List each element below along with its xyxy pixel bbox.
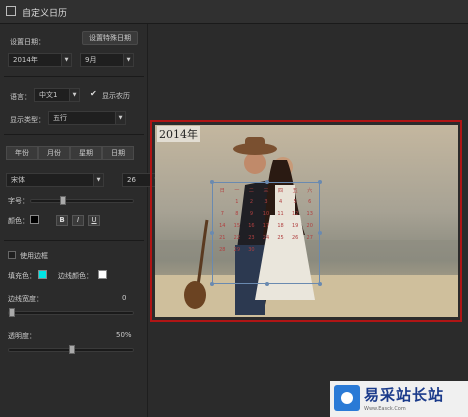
resize-handle[interactable] (265, 180, 269, 184)
size-slider[interactable] (30, 196, 134, 205)
font-size-value: 26 (127, 176, 136, 184)
divider (4, 240, 144, 241)
resize-handle[interactable] (265, 282, 269, 286)
border-width-slider[interactable] (8, 308, 134, 317)
language-label: 语言： (10, 93, 31, 101)
lunar-checkbox[interactable]: ✔ (90, 90, 98, 98)
fill-color-swatch[interactable] (38, 270, 47, 279)
size-label: 字号： (8, 197, 29, 205)
watermark-logo: 易采站长站 Www.Easck.Com (330, 381, 468, 417)
title-bar: 自定义日历 (0, 0, 468, 24)
border-width-label: 边线宽度： (8, 295, 43, 303)
year-value: 2014年 (13, 56, 38, 64)
size-slider-handle[interactable] (60, 196, 66, 205)
display-type-label: 显示类型： (10, 116, 45, 124)
border-color-swatch[interactable] (98, 270, 107, 279)
border-width-slider-handle[interactable] (9, 308, 15, 317)
resize-handle[interactable] (318, 282, 322, 286)
tab-year[interactable]: 年份 (6, 146, 38, 160)
display-type-select[interactable]: 五行 ▼ (48, 111, 126, 125)
opacity-slider[interactable] (8, 345, 134, 354)
set-date-label: 设置日期： (10, 38, 45, 46)
resize-handle[interactable] (210, 282, 214, 286)
chevron-down-icon: ▼ (61, 54, 71, 66)
language-value: 中文1 (39, 91, 58, 99)
watermark-brand: 易采站长站 (364, 386, 445, 404)
chevron-down-icon: ▼ (115, 112, 125, 124)
fill-color-label: 填充色： (8, 272, 36, 280)
border-color-label: 边线颜色： (58, 272, 93, 280)
calendar-year-label[interactable]: 2014年 (157, 126, 200, 142)
language-select[interactable]: 中文1 ▼ (34, 88, 80, 102)
use-border-label: 使用边框 (20, 252, 48, 260)
resize-handle[interactable] (210, 180, 214, 184)
bold-button[interactable]: B (56, 215, 68, 226)
chevron-down-icon: ▼ (93, 174, 103, 186)
watermark-sub: Www.Easck.Com (364, 406, 406, 412)
resize-handle[interactable] (210, 231, 214, 235)
text-target-tabs: 年份 月份 星期 日期 (6, 146, 134, 160)
border-width-value: 0 (122, 294, 127, 302)
logo-icon (334, 385, 360, 411)
tab-month[interactable]: 月份 (38, 146, 70, 160)
opacity-value: 50% (116, 331, 132, 339)
opacity-slider-handle[interactable] (69, 345, 75, 354)
display-type-value: 五行 (53, 114, 67, 122)
tab-date[interactable]: 日期 (102, 146, 134, 160)
font-select[interactable]: 宋体 ▼ (6, 173, 104, 187)
chevron-down-icon: ▼ (123, 54, 133, 66)
tab-weekday[interactable]: 星期 (70, 146, 102, 160)
year-select[interactable]: 2014年 ▼ (8, 53, 72, 67)
color-label: 颜色： (8, 217, 29, 225)
resize-handle[interactable] (318, 180, 322, 184)
special-date-button[interactable]: 设置特殊日期 (82, 31, 138, 45)
divider (4, 134, 144, 135)
window-icon (6, 6, 16, 16)
lunar-checkbox-label: 显示农历 (102, 92, 130, 100)
selection-box[interactable] (210, 180, 322, 286)
resize-handle[interactable] (318, 231, 322, 235)
font-value: 宋体 (11, 176, 25, 184)
month-value: 9月 (85, 56, 97, 64)
month-select[interactable]: 9月 ▼ (80, 53, 134, 67)
divider (4, 76, 144, 77)
opacity-label: 透明度： (8, 332, 36, 340)
use-border-checkbox[interactable] (8, 251, 16, 259)
chevron-down-icon: ▼ (69, 89, 79, 101)
window-title: 自定义日历 (22, 9, 68, 19)
text-color-swatch[interactable] (30, 215, 39, 224)
italic-button[interactable]: I (72, 215, 84, 226)
preview-canvas[interactable]: 2014年 日一二三四五六 1 2 3 4 5 6 7 8 9 10 11 12 13 14 15 16 17 18… (155, 125, 458, 317)
underline-button[interactable]: U (88, 215, 100, 226)
